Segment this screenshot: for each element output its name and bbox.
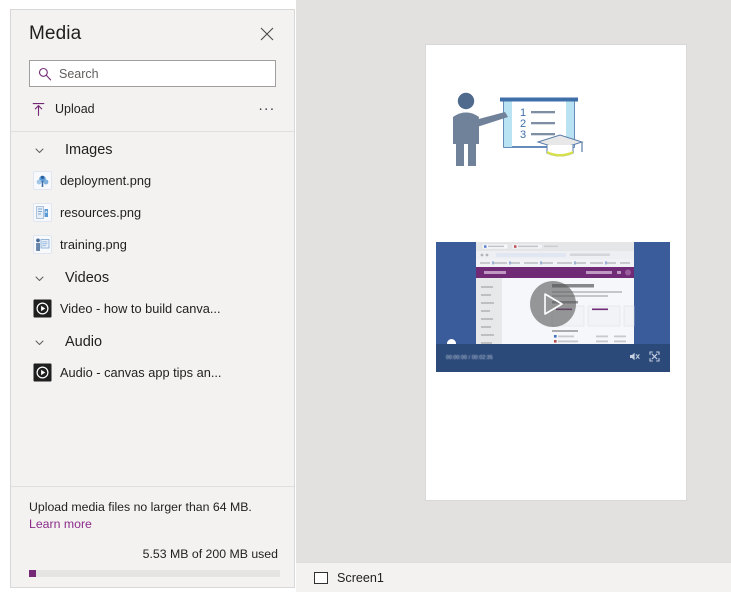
insert-arrow-icon bbox=[60, 237, 63, 239]
deployment-thumbnail bbox=[33, 171, 52, 190]
tab-label: Screen1 bbox=[337, 571, 384, 585]
upload-arrow-icon bbox=[29, 102, 47, 117]
list-item[interactable]: Audio - canvas app tips an... bbox=[11, 356, 294, 388]
insert-arrow-icon bbox=[60, 205, 63, 207]
canvas-area: 1 2 3 bbox=[296, 0, 731, 562]
bottom-strip bbox=[296, 592, 731, 606]
group-label: Images bbox=[65, 142, 113, 158]
left-bottom-strip bbox=[0, 588, 296, 606]
search-container bbox=[11, 58, 294, 87]
mute-icon[interactable] bbox=[629, 349, 640, 367]
power-apps-media-window: Media bbox=[0, 0, 731, 606]
group-header-images[interactable]: Images bbox=[11, 136, 294, 164]
fullscreen-icon[interactable] bbox=[649, 349, 660, 367]
chevron-down-icon bbox=[33, 272, 45, 284]
insert-arrow-icon bbox=[60, 301, 63, 303]
chevron-down-icon bbox=[33, 144, 45, 156]
list-item[interactable]: deployment.png bbox=[11, 164, 294, 196]
tab-bar-empty-area bbox=[396, 563, 731, 593]
learn-more-link[interactable]: Learn more bbox=[29, 517, 92, 531]
media-play-icon bbox=[33, 299, 52, 318]
video-timestamp: 00:00:00 / 00:02:35 bbox=[446, 355, 493, 361]
panel-title: Media bbox=[29, 23, 81, 45]
training-thumbnail bbox=[33, 235, 52, 254]
search-box[interactable] bbox=[29, 60, 276, 87]
video-control-icons bbox=[629, 349, 670, 367]
list-item-label: training.png bbox=[60, 237, 127, 252]
training-illustration[interactable]: 1 2 3 bbox=[442, 87, 592, 173]
group-header-videos[interactable]: Videos bbox=[11, 264, 294, 292]
list-item-label: Audio - canvas app tips an... bbox=[60, 365, 221, 380]
storage-usage-label: 5.53 MB of 200 MB used bbox=[29, 547, 280, 561]
screen-rect-icon bbox=[314, 572, 328, 584]
upload-button[interactable]: Upload bbox=[29, 95, 101, 123]
insert-arrow-icon bbox=[60, 173, 63, 175]
video-control[interactable]: 00:00:00 / 00:02:35 bbox=[436, 242, 670, 372]
media-panel-footer: Upload media files no larger than 64 MB.… bbox=[11, 486, 294, 587]
upload-toolbar: Upload ... bbox=[29, 91, 280, 127]
insert-arrow-icon bbox=[60, 365, 63, 367]
list-item[interactable]: Video - how to build canva... bbox=[11, 292, 294, 324]
group-header-audio[interactable]: Audio bbox=[11, 328, 294, 356]
storage-progress-bar bbox=[29, 570, 280, 577]
screen-tab-bar: Screen1 bbox=[296, 562, 731, 593]
list-item[interactable]: resources.png bbox=[11, 196, 294, 228]
list-item-label: resources.png bbox=[60, 205, 141, 220]
upload-label: Upload bbox=[55, 102, 95, 116]
list-item-label: deployment.png bbox=[60, 173, 151, 188]
svg-text:3: 3 bbox=[520, 129, 526, 141]
list-item-label: Video - how to build canva... bbox=[60, 301, 221, 316]
media-panel: Media bbox=[10, 9, 295, 588]
media-file-list: Images de bbox=[11, 132, 294, 486]
media-play-icon bbox=[33, 363, 52, 382]
resources-thumbnail bbox=[33, 203, 52, 222]
tab-screen1[interactable]: Screen1 bbox=[296, 563, 396, 593]
app-screen-canvas[interactable]: 1 2 3 bbox=[426, 45, 686, 500]
search-icon bbox=[38, 67, 52, 81]
video-controls-bar: 00:00:00 / 00:02:35 bbox=[436, 344, 670, 372]
chevron-down-icon bbox=[33, 336, 45, 348]
close-icon[interactable] bbox=[256, 23, 278, 45]
ellipsis-icon[interactable]: ... bbox=[254, 93, 280, 126]
group-label: Audio bbox=[65, 334, 102, 350]
search-input[interactable] bbox=[59, 67, 267, 81]
upload-limit-note: Upload media files no larger than 64 MB. bbox=[29, 499, 280, 515]
storage-progress-fill bbox=[29, 570, 36, 577]
group-label: Videos bbox=[65, 270, 109, 286]
play-icon[interactable] bbox=[530, 281, 576, 327]
media-panel-header: Media bbox=[11, 10, 294, 58]
list-item[interactable]: training.png bbox=[11, 228, 294, 260]
